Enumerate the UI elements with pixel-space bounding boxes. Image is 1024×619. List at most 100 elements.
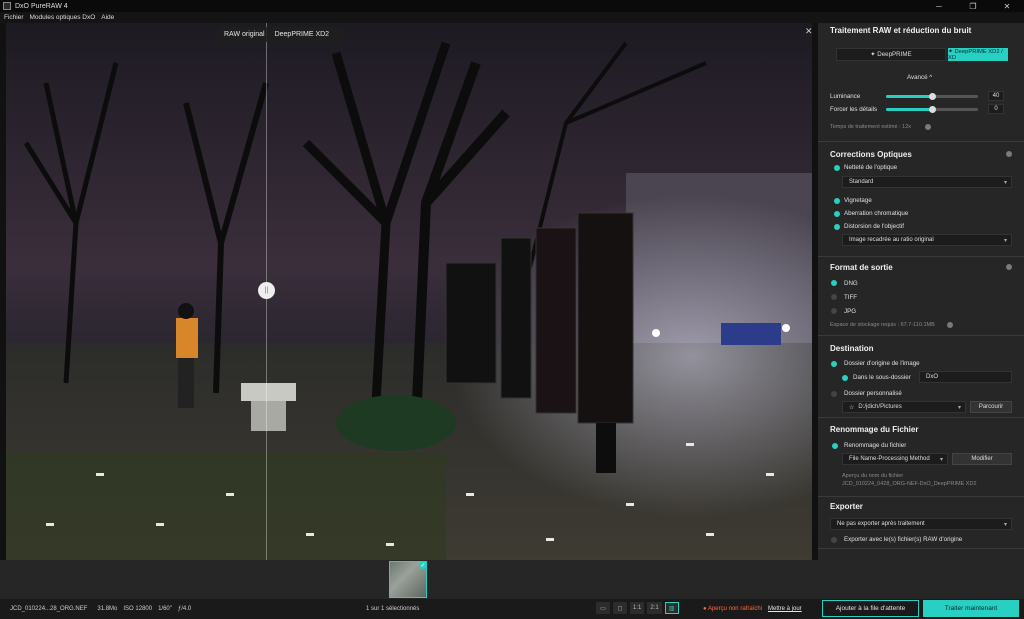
process-now-button[interactable]: Traiter maintenant [923, 600, 1019, 617]
vignetting-label: Vignetage [844, 197, 872, 204]
section-title: Renommage du Fichier [830, 425, 919, 434]
jpg-toggle[interactable] [831, 308, 837, 314]
menu-bar: Fichier Modules optiques DxO Aide [0, 12, 1024, 23]
compare-split-handle[interactable]: || [258, 282, 275, 299]
distortion-toggle[interactable] [834, 224, 840, 230]
label-raw-original: RAW original [224, 31, 265, 38]
label-deepprime-xd2: DeepPRIME XD2 [274, 31, 330, 38]
menu-file[interactable]: Fichier [4, 14, 24, 21]
help-icon[interactable] [1006, 151, 1012, 157]
custom-folder-radio[interactable] [831, 391, 837, 397]
section-title: Exporter [830, 502, 863, 511]
selection-count: 1 sur 1 sélectionnés [366, 606, 420, 612]
storage-required: Espace de stockage requis : 67.7-110.1MB [830, 322, 935, 328]
subfolder-label: Dans le sous-dossier [853, 374, 911, 381]
refresh-link[interactable]: Mettre à jour [768, 606, 802, 612]
details-value[interactable]: 0 [988, 104, 1004, 114]
tiff-label: TIFF [844, 294, 858, 301]
export-mode-dropdown[interactable]: Ne pas exporter après traitement ▾ [830, 518, 1012, 530]
origin-folder-label: Dossier d'origine de l'image [844, 360, 920, 367]
help-icon[interactable] [947, 322, 953, 328]
subfolder-toggle[interactable] [842, 375, 848, 381]
chromatic-toggle[interactable] [834, 211, 840, 217]
compare-mode-icon[interactable]: ▭ [596, 602, 610, 614]
zoom-2-1-button[interactable]: 2:1 [647, 602, 662, 614]
chevron-down-icon: ▾ [1003, 238, 1007, 244]
details-knob[interactable] [929, 106, 936, 113]
dng-toggle[interactable] [831, 280, 837, 286]
menu-help[interactable]: Aide [101, 14, 114, 21]
sharpness-dropdown[interactable]: Standard ▾ [842, 176, 1012, 188]
section-optics: Corrections Optiques Netteté de l'optiqu… [818, 143, 1024, 257]
section-output-format: Format de sortie DNG TIFF JPG Espace de … [818, 258, 1024, 336]
deepprime-button[interactable]: ✦ DeepPRIME [836, 48, 946, 61]
details-label: Forcer les détails [830, 106, 878, 113]
deepprime-xd2-button[interactable]: ✦ DeepPRIME XD2 / XD [948, 48, 1008, 61]
chevron-down-icon: ▾ [957, 405, 961, 411]
checkmark-icon: ✓ [419, 561, 427, 569]
custom-folder-label: Dossier personnalisé [844, 390, 902, 397]
filmstrip: ✓ [0, 560, 818, 599]
rename-toggle[interactable] [832, 443, 838, 449]
filename-preview-label: Aperçu du nom du fichier [842, 473, 904, 479]
filename-preview-value: JCD_010224_0428_ORG-NEF-DxO_DeepPRIME XD… [842, 481, 977, 487]
origin-folder-radio[interactable] [831, 361, 837, 367]
vignetting-toggle[interactable] [834, 198, 840, 204]
export-mode: Ne pas exporter après traitement [837, 521, 925, 527]
help-icon[interactable] [925, 124, 931, 130]
sharpness-toggle[interactable] [834, 165, 840, 171]
subfolder-input[interactable]: DxO [919, 371, 1012, 383]
fit-icon[interactable]: ◻ [613, 602, 627, 614]
zoom-1-1-button[interactable]: 1:1 [630, 602, 645, 614]
distortion-label: Distorsion de l'objectif [844, 223, 904, 230]
details-fill [886, 108, 932, 111]
rename-label: Renommage du fichier [844, 442, 907, 449]
export-raw-label: Exporter avec le(s) fichier(s) RAW d'ori… [844, 536, 963, 543]
window-title: DxO PureRAW 4 [15, 2, 68, 10]
section-denoise: Traitement RAW et réduction du bruit ✦ D… [818, 23, 1024, 142]
settings-panel: Traitement RAW et réduction du bruit ✦ D… [818, 23, 1024, 599]
chevron-down-icon: ▾ [939, 457, 943, 463]
photo-night-square [6, 23, 812, 560]
maximize-icon[interactable]: ❐ [956, 0, 990, 12]
time-estimate: Temps de traitement estimé : 12x [830, 124, 912, 130]
advanced-toggle[interactable]: Avancé ^ [907, 74, 932, 81]
iso-value: ISO 12800 [123, 606, 153, 612]
thumbnail-image[interactable]: ✓ [389, 561, 427, 598]
add-to-queue-button[interactable]: Ajouter à la file d'attente [822, 600, 919, 617]
close-window-icon[interactable]: ✕ [990, 0, 1024, 12]
luminance-slider[interactable] [886, 93, 978, 100]
help-icon[interactable] [1006, 264, 1012, 270]
close-compare-icon[interactable]: ✕ [805, 26, 813, 37]
section-title: Corrections Optiques [830, 150, 912, 159]
file-size: 31.8Mo [97, 606, 118, 612]
luminance-knob[interactable] [929, 93, 936, 100]
chevron-down-icon: ▾ [1003, 180, 1007, 186]
rename-method: File Name-Processing Method [849, 456, 930, 462]
details-slider[interactable] [886, 106, 978, 113]
luminance-value[interactable]: 40 [988, 91, 1004, 101]
compare-labels: RAW original DeepPRIME XD2 [218, 27, 346, 42]
chromatic-label: Aberration chromatique [844, 210, 909, 217]
distortion-dropdown[interactable]: Image recadrée au ratio original ▾ [842, 234, 1012, 246]
export-raw-toggle[interactable] [831, 537, 837, 543]
image-viewer[interactable]: || RAW original DeepPRIME XD2 ✕ [0, 23, 818, 560]
split-view-icon[interactable]: ▥ [664, 602, 679, 614]
zoom-controls: ▭ ◻ 1:1 2:1 ▥ [596, 602, 682, 614]
title-bar: DxO PureRAW 4 ─ ❐ ✕ [0, 0, 1024, 12]
file-name: JCD_010224...28_ORG.NEF [10, 606, 88, 612]
luminance-fill [886, 95, 932, 98]
distortion-mode: Image recadrée au ratio original [849, 237, 934, 243]
tiff-toggle[interactable] [831, 294, 837, 300]
browse-button[interactable]: Parcourir [970, 401, 1012, 413]
menu-optics-modules[interactable]: Modules optiques DxO [30, 14, 96, 21]
custom-path-dropdown[interactable]: ☆ D:/jdich/Pictures ▾ [842, 401, 966, 413]
rename-method-dropdown[interactable]: File Name-Processing Method ▾ [842, 453, 948, 465]
section-rename: Renommage du Fichier Renommage du fichie… [818, 419, 1024, 497]
section-title: Traitement RAW et réduction du bruit [830, 26, 972, 35]
minimize-icon[interactable]: ─ [922, 0, 956, 12]
section-export: Exporter Ne pas exporter après traitemen… [818, 498, 1024, 549]
modify-button[interactable]: Modifier [952, 453, 1012, 465]
section-title: Format de sortie [830, 263, 893, 272]
star-icon: ☆ [849, 404, 855, 411]
